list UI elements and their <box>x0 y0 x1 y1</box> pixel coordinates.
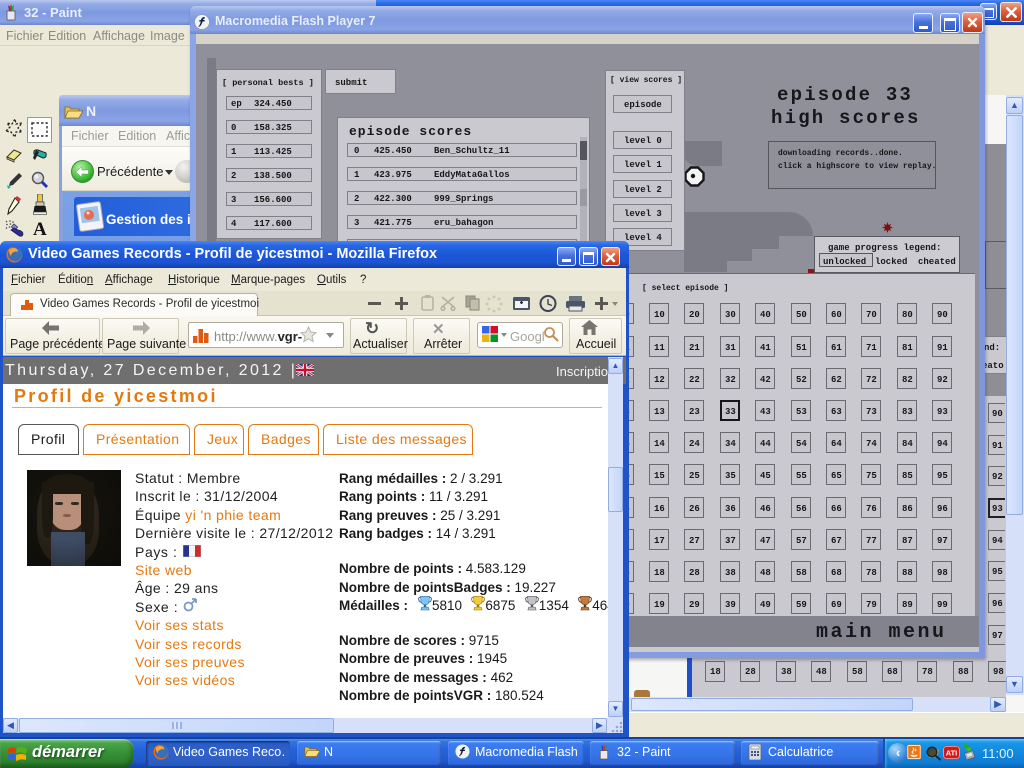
svg-text:ATI: ATI <box>946 749 958 758</box>
